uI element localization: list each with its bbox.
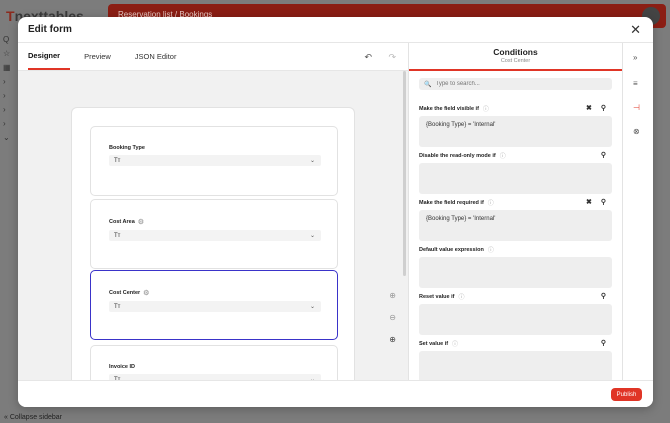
- field-label: Booking Type: [109, 145, 145, 151]
- collapse-sidebar-button[interactable]: « Collapse sidebar: [4, 414, 62, 421]
- canvas-scrollbar[interactable]: [403, 71, 406, 276]
- chevron-down-icon: ⌄: [309, 304, 315, 310]
- condition-expression-field[interactable]: {Booking Type} = 'Internal': [419, 116, 612, 147]
- zoom-fit-icon[interactable]: ⊕: [389, 335, 396, 344]
- condition-item: Reset value if ⓘ ⚲: [419, 291, 612, 338]
- conditions-subtitle: Cost Center: [500, 58, 531, 64]
- gear-icon[interactable]: ⚙: [143, 289, 149, 297]
- field-select[interactable]: Tт ⌄: [109, 155, 321, 166]
- zoom-in-icon[interactable]: ⊕: [389, 291, 396, 300]
- magic-wand-icon[interactable]: ⚲: [601, 151, 606, 159]
- publish-button[interactable]: Publish: [611, 388, 642, 401]
- conditions-icon[interactable]: ⊣: [633, 103, 640, 112]
- info-icon: ⓘ: [487, 201, 494, 207]
- expand-icon[interactable]: »: [633, 53, 637, 62]
- redo-icon[interactable]: ↷: [388, 52, 396, 63]
- tab-designer[interactable]: Designer: [28, 51, 71, 70]
- field-select[interactable]: Tт ⌄: [109, 230, 321, 241]
- magic-wand-icon[interactable]: ⚲: [601, 339, 606, 347]
- condition-expression-field[interactable]: {Booking Type} = 'Internal': [419, 210, 612, 241]
- condition-expression-field[interactable]: [419, 163, 612, 194]
- field-invoice-id[interactable]: Invoice ID Tт ⌄: [90, 345, 338, 380]
- condition-label: Disable the read-only mode if: [419, 152, 496, 159]
- magic-wand-icon[interactable]: ⚲: [601, 292, 606, 300]
- conditions-title: Conditions: [493, 47, 538, 57]
- designer-tabs: Designer Preview JSON Editor ↶ ↷: [18, 43, 408, 71]
- magic-wand-icon[interactable]: ⚲: [601, 104, 606, 112]
- info-icon: ⓘ: [458, 295, 465, 301]
- condition-label: Make the field visible if: [419, 105, 479, 112]
- field-label: Cost Center: [109, 290, 141, 296]
- condition-expression-field[interactable]: [419, 351, 612, 382]
- search-icon: 🔍: [424, 81, 432, 88]
- condition-label: Set value if: [419, 340, 449, 347]
- dialog-footer: Publish: [18, 380, 653, 407]
- field-cost-area[interactable]: Cost Area ⚙ Tт ⌄: [90, 199, 338, 269]
- edit-form-dialog: Edit form ✕ Designer Preview JSON Editor…: [18, 17, 653, 407]
- close-icon[interactable]: ✕: [630, 23, 641, 36]
- form-canvas: Booking Type Tт ⌄ Cost Area ⚙ Tт ⌄ Cost Cen…: [18, 71, 408, 380]
- condition-item: Make the field required if ⓘ ✖ ⚲ {Booking Ty…: [419, 197, 612, 244]
- conditions-list: Make the field visible if ⓘ ✖ ⚲ {Booking Typ…: [419, 103, 612, 385]
- condition-item: Disable the read-only mode if ⓘ ⚲: [419, 150, 612, 197]
- field-label: Invoice ID: [109, 364, 135, 370]
- field-label: Cost Area: [109, 219, 135, 225]
- chevron-down-icon: ⌄: [309, 233, 315, 239]
- dialog-title: Edit form: [28, 24, 72, 35]
- field-booking-type[interactable]: Booking Type Tт ⌄: [90, 126, 338, 196]
- chevron-down-icon: ⌄: [309, 158, 315, 164]
- designer-panel: Designer Preview JSON Editor ↶ ↷ Booking…: [18, 43, 409, 380]
- info-icon: ⓘ: [452, 342, 459, 348]
- dialog-header: Edit form: [18, 17, 653, 43]
- field-select[interactable]: Tт ⌄: [109, 301, 321, 312]
- right-rail: » ≡ ⊣ ⊗: [623, 43, 652, 380]
- search-input[interactable]: [435, 81, 596, 87]
- tab-json-editor[interactable]: JSON Editor: [135, 52, 187, 70]
- condition-item: Set value if ⓘ ⚲: [419, 338, 612, 385]
- condition-item: Make the field visible if ⓘ ✖ ⚲ {Booking Typ…: [419, 103, 612, 150]
- list-icon[interactable]: ≡: [633, 79, 638, 88]
- conditions-panel: Conditions Cost Center 🔍 Make the field …: [409, 43, 623, 382]
- clear-icon[interactable]: ✖: [586, 104, 592, 112]
- field-cost-center[interactable]: Cost Center ⚙ Tт ⌄: [90, 270, 338, 340]
- condition-label: Reset value if: [419, 293, 455, 300]
- condition-item: Default value expression ⓘ: [419, 244, 612, 291]
- gear-icon[interactable]: ⚙: [138, 218, 144, 226]
- conditions-header: Conditions Cost Center: [409, 43, 622, 71]
- condition-label: Make the field required if: [419, 199, 484, 206]
- clear-circle-icon[interactable]: ⊗: [633, 127, 640, 136]
- condition-expression-field[interactable]: [419, 257, 612, 288]
- form-card: Booking Type Tт ⌄ Cost Area ⚙ Tт ⌄ Cost Cen…: [71, 107, 355, 380]
- condition-expression-field[interactable]: [419, 304, 612, 335]
- tab-preview[interactable]: Preview: [84, 52, 121, 70]
- magic-wand-icon[interactable]: ⚲: [601, 198, 606, 206]
- info-icon: ⓘ: [487, 248, 494, 254]
- condition-label: Default value expression: [419, 246, 484, 253]
- search-box[interactable]: 🔍: [419, 78, 612, 90]
- info-icon: ⓘ: [482, 107, 489, 113]
- info-icon: ⓘ: [499, 154, 506, 160]
- clear-icon[interactable]: ✖: [586, 198, 592, 206]
- zoom-out-icon[interactable]: ⊖: [389, 313, 396, 322]
- undo-icon[interactable]: ↶: [364, 52, 372, 63]
